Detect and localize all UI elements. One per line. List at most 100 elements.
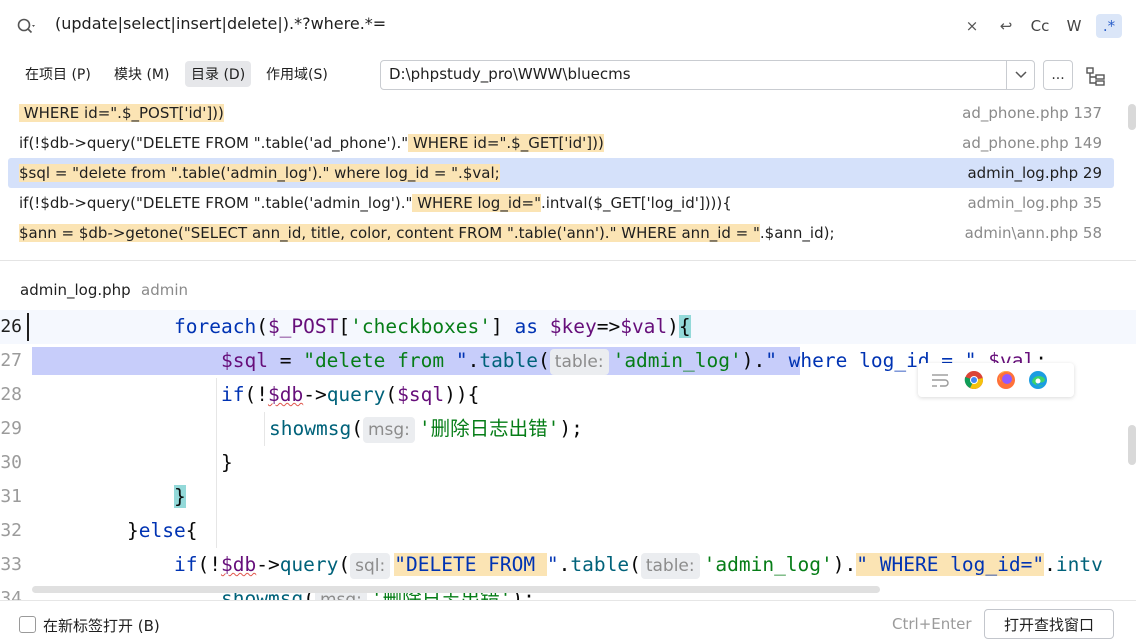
result-match: $sql = "delete from ".table('admin_log')… <box>19 164 500 182</box>
string-token: "DELETE FROM <box>394 553 547 576</box>
code-token: ); <box>559 417 583 440</box>
code-token: ( <box>338 553 351 576</box>
code-token: [ <box>338 315 351 338</box>
result-match: $ann = $db->getone("SELECT ann_id, title… <box>19 224 760 242</box>
line-number: 34 <box>0 588 22 600</box>
code-token: -> <box>303 383 327 406</box>
result-row[interactable]: if(!$db->query("DELETE FROM ".table('adm… <box>8 188 1114 218</box>
code-token: (! <box>197 553 221 576</box>
line-number: 30 <box>0 452 22 473</box>
preview-dir-name: admin <box>141 281 188 299</box>
whole-words-toggle[interactable]: W <box>1062 14 1086 38</box>
code-line[interactable]: 30 } <box>0 446 1136 480</box>
line-number: 31 <box>0 486 22 507</box>
string-token: " <box>455 349 468 372</box>
string-token: "delete from <box>303 349 456 372</box>
result-match: WHERE log_id=" <box>412 194 541 212</box>
line-number: 28 <box>0 384 22 405</box>
open-in-new-tab-checkbox[interactable] <box>19 616 36 633</box>
directory-input[interactable]: D:\phpstudy_pro\WWW\bluecms <box>380 60 1035 90</box>
result-code: if(!$db->query("DELETE FROM ".table('ad_… <box>19 134 409 152</box>
code-token: ) <box>667 315 679 338</box>
result-code-tail: .$ann_id); <box>759 224 835 242</box>
code-token: . <box>1044 553 1056 576</box>
result-row-selected[interactable]: $sql = "delete from ".table('admin_log')… <box>8 158 1114 188</box>
regex-toggle[interactable]: .* <box>1096 14 1122 38</box>
result-file: admin\ann.php 58 <box>964 224 1102 242</box>
variable-token: $key <box>549 315 597 338</box>
code-token: } <box>127 519 139 542</box>
keyword-token: as <box>514 315 538 338</box>
variable-token: $sql <box>221 349 268 372</box>
preview-header: admin_log.php admin <box>0 260 1136 304</box>
new-line-icon[interactable]: ↩ <box>994 14 1018 38</box>
code-token: => <box>596 315 621 338</box>
code-line[interactable]: 32 }else{ <box>0 514 1136 548</box>
function-token: query <box>326 383 386 406</box>
open-in-new-tab-label[interactable]: 在新标签打开 (B) <box>43 615 160 636</box>
code-editor[interactable]: 26 foreach($_POST['checkboxes'] as $key=… <box>0 310 1136 600</box>
code-token: ( <box>351 417 363 440</box>
variable-token: $sql <box>397 383 445 406</box>
function-token: intv <box>1055 553 1103 576</box>
search-results-list: WHERE id=".$_POST['id'])) ad_phone.php 1… <box>0 98 1136 256</box>
clear-icon[interactable]: × <box>960 14 984 38</box>
result-row[interactable]: WHERE id=".$_POST['id'])) ad_phone.php 1… <box>8 98 1114 128</box>
chrome-icon[interactable] <box>964 370 984 390</box>
soft-wrap-icon[interactable] <box>930 370 952 390</box>
editor-vertical-scrollbar[interactable] <box>1128 425 1136 465</box>
keyword-token: if <box>221 383 245 406</box>
matched-brace: } <box>174 485 186 508</box>
code-line[interactable]: 29 showmsg(msg: '删除日志出错'); <box>0 412 1136 446</box>
chevron-down-icon[interactable] <box>1006 61 1034 89</box>
search-input[interactable]: (update|select|insert|delete|).*?where.*… <box>55 14 386 33</box>
code-line[interactable]: 26 foreach($_POST['checkboxes'] as $key=… <box>0 310 1136 344</box>
text-caret <box>27 313 29 341</box>
variable-token: $db <box>220 553 257 576</box>
code-token: )){ <box>444 383 480 406</box>
string-token: 'admin_log' <box>703 553 833 576</box>
code-token: ). <box>741 349 766 372</box>
code-token: ( <box>385 383 398 406</box>
line-number: 26 <box>0 316 22 337</box>
string-token: " WHERE log_id=" <box>856 553 1045 576</box>
code-token: { <box>185 519 198 542</box>
function-token: table <box>479 349 539 372</box>
function-token: query <box>279 553 339 576</box>
result-row[interactable]: if(!$db->query("DELETE FROM ".table('ad_… <box>8 128 1114 158</box>
scope-tab-scope[interactable]: 作用域(S) <box>260 61 334 87</box>
result-match: WHERE id=".$_GET['id'])) <box>408 134 604 152</box>
browse-button[interactable]: ... <box>1043 60 1073 90</box>
results-scrollbar[interactable] <box>1128 104 1136 130</box>
firefox-icon[interactable] <box>996 370 1016 390</box>
search-bar: (update|select|insert|delete|).*?where.*… <box>0 0 1136 52</box>
match-case-toggle[interactable]: Cc <box>1028 14 1052 38</box>
directory-tree-icon[interactable] <box>1082 62 1110 90</box>
result-file: ad_phone.php 149 <box>962 134 1102 152</box>
result-row[interactable]: $ann = $db->getone("SELECT ann_id, title… <box>8 218 1114 248</box>
scope-tab-project[interactable]: 在项目 (P) <box>19 61 97 87</box>
variable-token: $_POST <box>267 315 339 338</box>
scope-row: 在项目 (P) 模块 (M) 目录 (D) 作用域(S) D:\phpstudy… <box>0 52 1136 96</box>
string-token: 'admin_log' <box>612 349 742 372</box>
variable-token: $db <box>267 383 304 406</box>
code-line[interactable]: 33 if(!$db->query(sql: "DELETE FROM ".tab… <box>0 548 1136 582</box>
scope-tab-directory[interactable]: 目录 (D) <box>185 61 252 87</box>
edge-icon[interactable] <box>1028 370 1048 390</box>
scope-tab-module[interactable]: 模块 (M) <box>108 61 175 87</box>
search-history-icon[interactable] <box>16 16 38 38</box>
keyword-token: else <box>138 519 186 542</box>
editor-horizontal-scrollbar[interactable] <box>32 586 880 593</box>
preview-file-name: admin_log.php <box>20 281 131 299</box>
code-line[interactable]: 31 } <box>0 480 1136 514</box>
open-find-window-button[interactable]: 打开查找窗口 <box>984 609 1114 639</box>
code-token: . <box>558 553 571 576</box>
code-token: ( <box>538 349 550 372</box>
string-token: 'checkboxes' <box>350 315 492 338</box>
result-match: WHERE id=".$_POST['id'])) <box>19 104 224 122</box>
string-token: '删除日志出错' <box>418 417 560 440</box>
line-number: 32 <box>0 520 22 541</box>
line-number: 27 <box>0 350 22 371</box>
result-file: ad_phone.php 137 <box>962 104 1102 122</box>
